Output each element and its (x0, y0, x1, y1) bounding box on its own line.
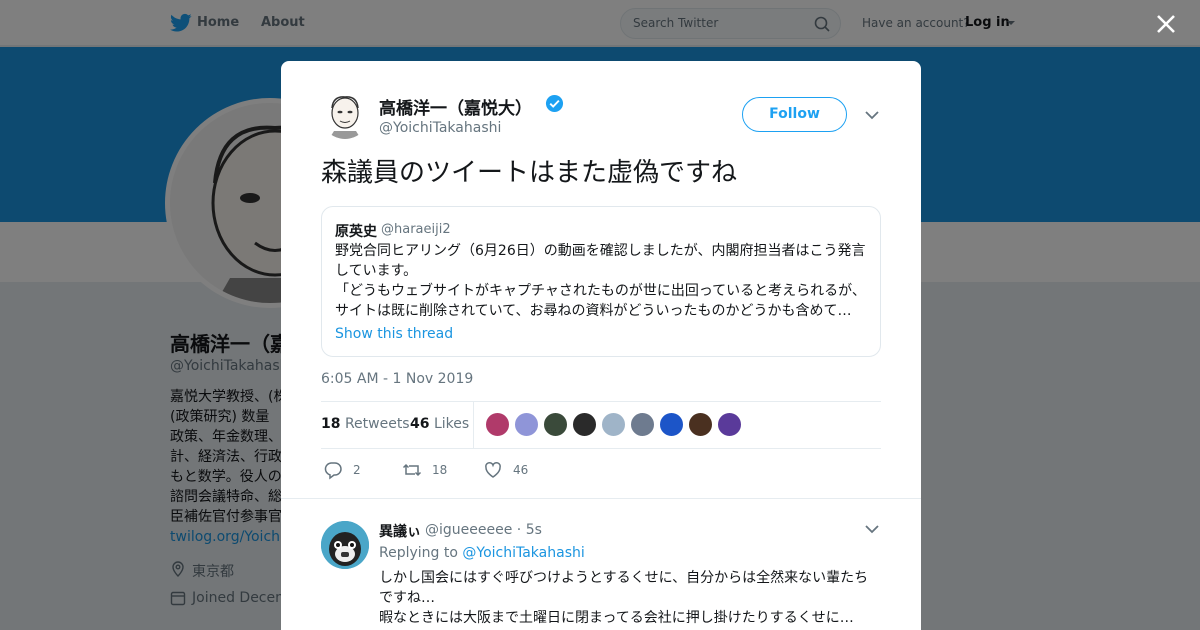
replying-prefix: Replying to (379, 545, 458, 561)
liker-avatar[interactable] (688, 412, 713, 437)
reply-time[interactable]: · 5s (517, 522, 542, 538)
reply-author-name[interactable]: 異議ぃ (379, 521, 421, 541)
divider (321, 401, 881, 402)
reply-text: しかし国会にはすぐ呼びつけようとするくせに、自分からは全然来ない輩たちですね… … (379, 570, 869, 626)
liker-avatar[interactable] (717, 412, 742, 437)
show-thread-link[interactable]: Show this thread (335, 326, 453, 342)
reply-author-avatar[interactable] (321, 521, 369, 569)
quoted-author-name: 原英史 (335, 224, 377, 240)
author-avatar[interactable] (321, 91, 369, 139)
liker-avatar[interactable] (543, 412, 568, 437)
reply-count: 2 (353, 463, 361, 477)
retweet-icon (402, 463, 422, 477)
tweet-text: 森議員のツイートはまた虚偽ですね (321, 158, 738, 188)
reply-icon (324, 462, 342, 480)
reply-author-handle[interactable]: @igueeeeee · 5s (425, 522, 542, 538)
chevron-down-icon[interactable] (865, 524, 879, 534)
quoted-tweet-text: 野党合同ヒアリング（6月26日）の動画を確認しましたが、内閣府担当者はこう発言し… (335, 243, 866, 319)
author-name[interactable]: 高橋洋一（嘉悦大） (379, 94, 532, 119)
liker-avatar[interactable] (601, 412, 626, 437)
likes-count: 46 (410, 416, 430, 432)
reply-handle: @igueeeeee (425, 522, 513, 538)
retweet-count: 18 (432, 463, 448, 477)
caricature-avatar-image (321, 91, 369, 139)
follow-button[interactable]: Follow (742, 97, 847, 132)
retweets-label: Retweets (344, 416, 410, 432)
liker-avatar[interactable] (572, 412, 597, 437)
tweet-timestamp[interactable]: 6:05 AM - 1 Nov 2019 (321, 371, 473, 387)
author-handle[interactable]: @YoichiTakahashi (379, 120, 501, 136)
quoted-author-handle: @haraeiji2 (381, 222, 451, 237)
divider (281, 498, 921, 499)
likes-stat[interactable]: 46 Likes (410, 416, 469, 432)
close-icon[interactable] (1155, 13, 1177, 35)
heart-icon (485, 461, 501, 478)
likes-label: Likes (433, 416, 470, 432)
dog-avatar-image (321, 521, 369, 569)
replying-to: Replying to @YoichiTakahashi (379, 545, 585, 561)
divider (473, 402, 474, 448)
tweet-modal: 高橋洋一（嘉悦大） @YoichiTakahashi Follow 森議員のツイ… (281, 61, 921, 630)
liker-avatar[interactable] (485, 412, 510, 437)
verified-badge-icon (545, 94, 564, 113)
like-count: 46 (513, 463, 529, 477)
liker-avatar[interactable] (659, 412, 684, 437)
chevron-down-icon[interactable] (865, 110, 879, 120)
retweets-count: 18 (321, 416, 341, 432)
liker-avatar[interactable] (514, 412, 539, 437)
retweets-stat[interactable]: 18 Retweets (321, 416, 410, 432)
liker-avatar[interactable] (630, 412, 655, 437)
replying-to-link[interactable]: @YoichiTakahashi (462, 545, 584, 561)
divider (321, 448, 881, 449)
quoted-tweet[interactable]: 原英史 @haraeiji2 野党合同ヒアリング（6月26日）の動画を確認しまし… (321, 206, 881, 357)
